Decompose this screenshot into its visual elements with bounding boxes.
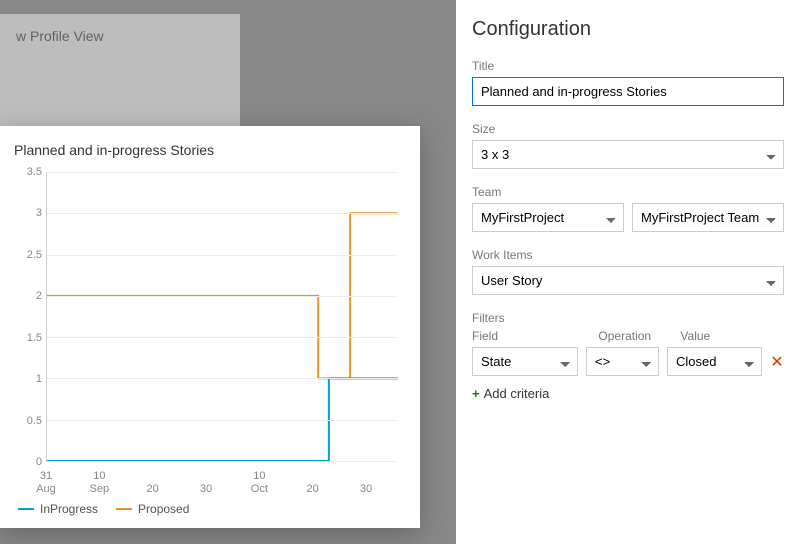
remove-filter-icon[interactable]: ✕ — [770, 352, 784, 372]
chart-plot: 0 0.5 1 1.5 2 2.5 3 3.5 31 Aug 10 Sep 20 30 10 Oct 20… — [12, 166, 408, 496]
title-input[interactable] — [472, 77, 784, 106]
legend-swatch-inprogress — [18, 508, 34, 510]
team-label: Team — [472, 185, 784, 199]
workitems-label: Work Items — [472, 248, 784, 262]
title-field-group: Title — [472, 59, 784, 106]
preview-area: w Profile View Planned and in-progress S… — [0, 0, 456, 544]
filters-header: Field Operation Value — [472, 329, 784, 343]
y-tick-label: 0.5 — [12, 415, 42, 427]
y-tick-label: 2.5 — [12, 249, 42, 261]
title-label: Title — [472, 59, 784, 73]
y-tick-label: 1 — [12, 373, 42, 385]
add-criteria-label: Add criteria — [484, 386, 550, 401]
filter-operation-select[interactable]: <> — [586, 347, 659, 376]
team-name-select[interactable]: MyFirstProject Team — [632, 203, 784, 232]
legend-item-proposed: Proposed — [116, 502, 189, 516]
chart-preview-card: Planned and in-progress Stories 0 0.5 1 1.5… — [0, 126, 420, 528]
x-tick-label: 20 — [147, 483, 159, 496]
x-tick-label: 30 — [200, 483, 212, 496]
workitems-field-group: Work Items User Story — [472, 248, 784, 295]
y-tick-label: 0 — [12, 456, 42, 468]
size-field-group: Size 3 x 3 — [472, 122, 784, 169]
legend-swatch-proposed — [116, 508, 132, 510]
x-tick-label: 20 — [307, 483, 319, 496]
filters-label: Filters — [472, 311, 784, 325]
add-criteria-button[interactable]: + Add criteria — [472, 386, 784, 401]
y-tick-label: 3.5 — [12, 166, 42, 178]
legend-label-proposed: Proposed — [138, 502, 189, 516]
size-label: Size — [472, 122, 784, 136]
chart-axes — [46, 172, 398, 462]
team-field-group: Team MyFirstProject MyFirstProject Team — [472, 185, 784, 232]
x-tick-label: 10 Sep — [90, 470, 110, 496]
legend-item-inprogress: InProgress — [18, 502, 98, 516]
workitems-select[interactable]: User Story — [472, 266, 784, 295]
filter-value-select[interactable]: Closed — [667, 347, 762, 376]
filter-field-select[interactable]: State — [472, 347, 578, 376]
team-project-select[interactable]: MyFirstProject — [472, 203, 624, 232]
x-tick-label: 31 Aug — [36, 470, 56, 496]
filter-row: State <> Closed ✕ — [472, 347, 784, 376]
y-tick-label: 2 — [12, 290, 42, 302]
plus-icon: + — [472, 386, 480, 401]
configuration-pane: Configuration Title Size 3 x 3 Team MyFi… — [456, 0, 800, 544]
x-tick-label: 10 Oct — [251, 470, 268, 496]
filters-group: Filters Field Operation Value State <> C… — [472, 311, 784, 401]
configuration-heading: Configuration — [472, 18, 784, 41]
x-tick-label: 30 — [360, 483, 372, 496]
background-card-title: w Profile View — [16, 28, 104, 44]
filter-col-value: Value — [680, 329, 784, 343]
y-tick-label: 3 — [12, 207, 42, 219]
filter-col-operation: Operation — [598, 329, 672, 343]
size-select[interactable]: 3 x 3 — [472, 140, 784, 169]
filter-col-field: Field — [472, 329, 590, 343]
legend-label-inprogress: InProgress — [40, 502, 98, 516]
chart-lines — [47, 172, 398, 461]
y-tick-label: 1.5 — [12, 332, 42, 344]
chart-legend: InProgress Proposed — [18, 502, 408, 516]
chart-title: Planned and in-progress Stories — [14, 142, 408, 158]
